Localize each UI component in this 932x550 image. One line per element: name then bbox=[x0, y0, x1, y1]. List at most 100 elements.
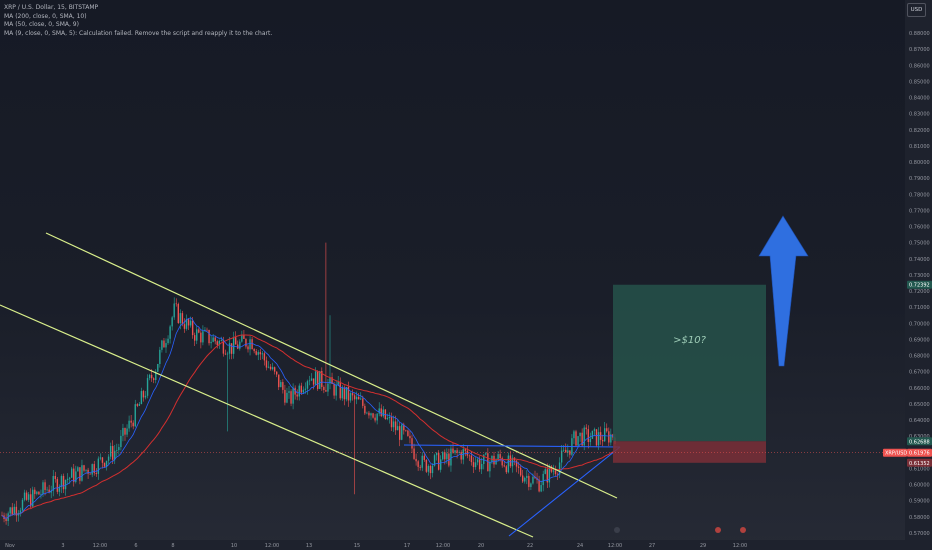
price-chart[interactable]: >$10? 0.88000 0.87000 0.86000 0.85000 0.84000… bbox=[0, 0, 932, 550]
candle-body bbox=[431, 465, 434, 474]
candle-body bbox=[606, 428, 608, 432]
candle-body bbox=[552, 470, 555, 472]
candle-body bbox=[519, 467, 522, 476]
economic-event-icon bbox=[740, 527, 746, 533]
candle-body bbox=[284, 389, 286, 403]
candle-body bbox=[38, 491, 40, 495]
candle-body bbox=[489, 461, 491, 472]
time-tick-label: 20 bbox=[478, 543, 484, 549]
candle-body bbox=[214, 337, 216, 342]
candle-body bbox=[271, 367, 274, 370]
candle-body bbox=[27, 494, 30, 500]
chart-root[interactable]: >$10? 0.88000 0.87000 0.86000 0.85000 0.84000… bbox=[0, 0, 932, 550]
candle-body bbox=[302, 389, 305, 393]
candle-body bbox=[71, 468, 73, 478]
candle-body bbox=[132, 422, 134, 427]
candle-body bbox=[437, 452, 440, 470]
candle-body bbox=[312, 378, 315, 385]
candle-body bbox=[278, 374, 280, 388]
candle-body bbox=[130, 420, 132, 423]
candle-body bbox=[273, 367, 276, 372]
candle-body bbox=[163, 340, 165, 348]
price-tick-label: 0.61000 bbox=[909, 466, 930, 472]
time-tick-label: 6 bbox=[134, 543, 137, 549]
candle-body bbox=[34, 489, 36, 494]
candle-body bbox=[44, 482, 46, 490]
candle-body bbox=[212, 337, 214, 342]
candle-body bbox=[355, 396, 358, 400]
earnings-event-icon bbox=[614, 527, 620, 533]
candle-body bbox=[134, 404, 136, 427]
candle-body bbox=[360, 398, 362, 400]
candle-body bbox=[601, 439, 604, 442]
candle-body bbox=[56, 479, 59, 492]
legend-ma50: MA (50, close, 0, SMA, 9) bbox=[4, 21, 79, 28]
candle-body bbox=[241, 334, 243, 342]
time-tick-label: 12:00 bbox=[733, 543, 747, 549]
candle-body bbox=[251, 339, 253, 350]
candle-body bbox=[181, 313, 184, 325]
candle-body bbox=[593, 429, 596, 431]
candle-body bbox=[25, 492, 28, 500]
candle-body bbox=[499, 454, 501, 459]
candle-body bbox=[597, 432, 600, 446]
candle-body bbox=[259, 352, 261, 355]
candle-body bbox=[563, 449, 565, 451]
candle-body bbox=[81, 465, 83, 481]
candle-body bbox=[177, 303, 179, 324]
current-symbol-label: XRP/USD bbox=[885, 451, 907, 457]
candle-body bbox=[417, 461, 419, 467]
price-tick-label: 0.67000 bbox=[909, 370, 930, 376]
price-tick-label: 0.79000 bbox=[909, 176, 930, 182]
candle-body bbox=[282, 382, 284, 390]
candle-body bbox=[335, 384, 337, 396]
candle-body bbox=[544, 469, 546, 474]
candle-body bbox=[524, 477, 526, 482]
time-tick-label: 12:00 bbox=[93, 543, 107, 549]
candle-body bbox=[450, 448, 452, 466]
candle-body bbox=[517, 466, 520, 468]
candle-body bbox=[413, 448, 415, 459]
currency-button[interactable]: USD bbox=[907, 3, 926, 17]
candle-body bbox=[112, 446, 114, 460]
candle-body bbox=[216, 341, 218, 346]
candle-body bbox=[421, 455, 423, 468]
candle-body bbox=[255, 351, 257, 355]
candle-body bbox=[257, 352, 259, 355]
time-tick-label: 17 bbox=[404, 543, 410, 549]
target-price-label: 0.72392 bbox=[909, 283, 930, 289]
candle-body bbox=[91, 464, 93, 475]
candle-body bbox=[187, 319, 190, 326]
candle-body bbox=[247, 346, 249, 350]
candle-body bbox=[230, 343, 233, 354]
price-tick-label: 0.58000 bbox=[909, 515, 930, 521]
legend-symbol: XRP / U.S. Dollar, 15, BITSTAMP bbox=[4, 4, 99, 11]
candle-body bbox=[604, 428, 606, 442]
candle-body bbox=[89, 473, 91, 475]
price-tick-label: 0.68000 bbox=[909, 354, 930, 360]
ma50-line bbox=[1, 317, 616, 519]
candle-body bbox=[358, 396, 360, 400]
candle-body bbox=[542, 473, 544, 486]
candle-body bbox=[165, 343, 167, 348]
candle-body bbox=[23, 492, 26, 500]
time-tick-label: 12:00 bbox=[436, 543, 450, 549]
candle-body bbox=[189, 320, 192, 326]
candle-body bbox=[587, 429, 589, 443]
candle-body bbox=[337, 381, 339, 385]
candle-body bbox=[407, 430, 409, 436]
candle-body bbox=[103, 462, 106, 467]
price-tick-label: 0.74000 bbox=[909, 257, 930, 263]
candle-body bbox=[179, 313, 182, 324]
candle-body bbox=[269, 366, 272, 370]
entry-price-label: 0.62688 bbox=[909, 439, 930, 445]
candle-body bbox=[319, 370, 321, 389]
candle-body bbox=[472, 462, 475, 468]
candle-body bbox=[409, 435, 411, 439]
candle-body bbox=[464, 449, 466, 451]
candle-body bbox=[308, 380, 311, 382]
candle-body bbox=[382, 409, 384, 417]
candle-body bbox=[380, 408, 382, 417]
chart-legend: XRP / U.S. Dollar, 15, BITSTAMP MA (200,… bbox=[4, 4, 272, 38]
candle-body bbox=[208, 330, 210, 344]
